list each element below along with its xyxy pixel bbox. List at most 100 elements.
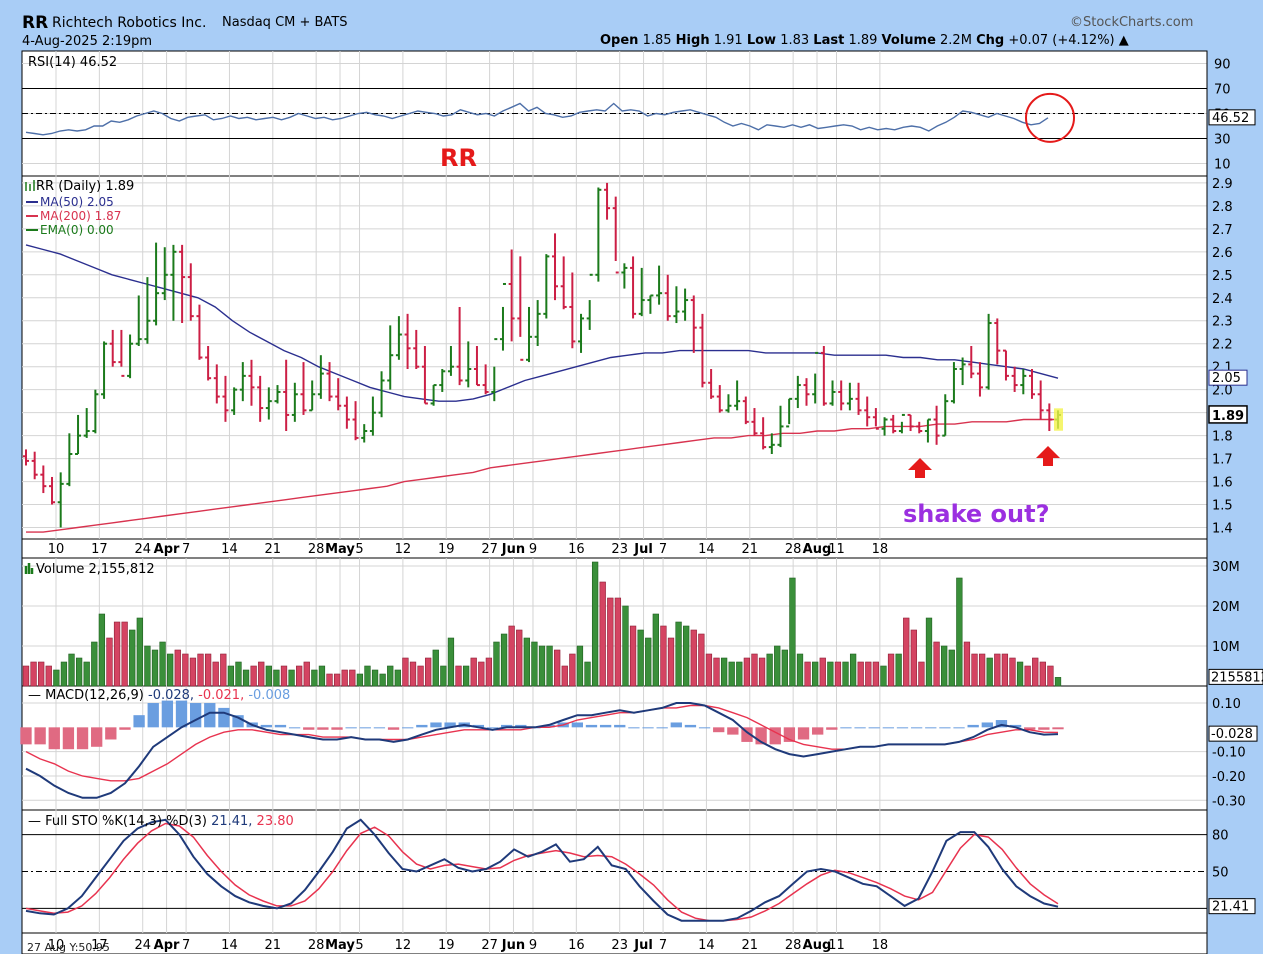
macd-histogram-bar [656,727,668,729]
last-price-value: 1.89 [1212,409,1244,424]
volume-bar [629,625,637,687]
volume-bar [827,661,834,687]
volume-bar [834,661,842,687]
volume-bar [789,577,796,687]
x-tick-label-bottom: 11 [828,938,845,953]
y-tick-label: 2.8 [1212,200,1233,215]
macd-histogram-bar [359,727,371,729]
volume-bar [280,665,288,687]
x-tick-label: 7 [182,542,190,557]
volume-bar [804,661,811,687]
macd-histogram-bar [684,724,697,728]
volume-bar [736,661,743,687]
volume-bar [720,657,728,687]
volume-bar [220,653,227,687]
y-tick-label: 10 [1214,158,1231,173]
y-tick-label: 80 [1212,829,1229,844]
x-tick-label: 14 [698,542,715,557]
volume-bar [690,629,697,687]
x-tick-label: 28 [308,542,325,557]
x-tick-label-bottom: Jul [633,938,653,953]
volume-bar [68,653,75,687]
volume-bar [584,661,591,687]
x-tick-label: Jun [501,542,525,557]
volume-bar [462,665,470,687]
volume-bar [895,653,902,687]
volume-bar [144,645,151,687]
y-tick-label: 70 [1214,83,1231,98]
y-tick-label: 1.4 [1212,522,1233,537]
volume-bar [151,649,159,687]
volume-bar [106,637,113,687]
volume-bar [561,665,568,687]
volume-bar [705,653,713,687]
volume-bar [941,645,948,687]
rsi-last-value: 46.52 [1212,111,1249,126]
x-tick-label-bottom: Jun [501,938,525,953]
macd-histogram-bar [585,724,598,728]
macd-histogram-bar [147,703,159,728]
x-tick-label-bottom: 28 [785,938,802,953]
y-tick-label: 2.2 [1212,338,1233,353]
last-bar-highlight [1054,408,1063,431]
x-tick-label: Apr [154,542,180,557]
volume-bar [182,653,189,687]
volume-bar [637,629,644,687]
volume-bar [288,669,295,687]
x-tick-label-bottom: 28 [308,938,325,953]
volume-bar [83,661,90,687]
sto-title: — Full STO %K(14,3) %D(3) 21.41, 23.80 [28,814,294,829]
volume-bar [887,653,895,687]
y-tick-label: 1.6 [1212,476,1233,491]
macd-histogram-bar [373,727,386,729]
x-tick-label: 14 [221,542,238,557]
volume-bar [963,641,971,687]
volume-bar [652,613,659,687]
volume-bar [713,657,720,687]
volume-bar [1047,665,1054,687]
volume-bar [728,661,735,687]
y-tick-label: -0.30 [1212,794,1246,809]
macd-histogram-bar [345,727,357,729]
volume-bar [956,577,963,687]
x-tick-label: 24 [134,542,151,557]
x-tick-label-bottom: 5 [355,938,363,953]
volume-bar [227,665,235,687]
macd-histogram-bar [189,703,202,728]
volume-bar [766,653,773,687]
volume-bar [60,661,68,687]
y-tick-label: 30 [1214,133,1231,148]
volume-bar [796,653,804,687]
macd-histogram-bar [910,727,923,729]
volume-bar [121,621,128,687]
x-tick-label: May [325,542,355,557]
macd-histogram-bar [713,727,725,733]
y-tick-label: 20M [1212,600,1240,615]
macd-histogram-bar [402,727,414,729]
macd-histogram-bar [387,727,400,730]
volume-last-value: 2155812 [1211,670,1263,685]
volume-bar [364,665,371,687]
x-tick-label: 23 [611,542,628,557]
volume-bar [311,669,318,687]
macd-histogram-bar [34,727,46,745]
volume-bar [538,645,546,687]
volume-bar [493,641,500,687]
y-tick-label: 2.7 [1212,223,1233,238]
volume-bar [379,673,386,687]
x-tick-label-bottom: 16 [568,938,585,953]
volume-bar [971,653,978,687]
x-tick-label: Jul [633,542,653,557]
volume-bar [857,661,864,687]
x-tick-label-bottom: 7 [659,938,667,953]
volume-bar [197,653,204,687]
macd-histogram-bar [161,700,174,728]
volume-bar [872,661,880,687]
volume-bar [341,669,348,687]
volume-bar [531,641,538,687]
macd-histogram-bar [76,727,89,750]
volume-bar [387,665,394,687]
x-tick-label: Aug [803,542,832,557]
macd-histogram-bar [854,727,866,729]
macd-histogram-bar [317,727,329,730]
